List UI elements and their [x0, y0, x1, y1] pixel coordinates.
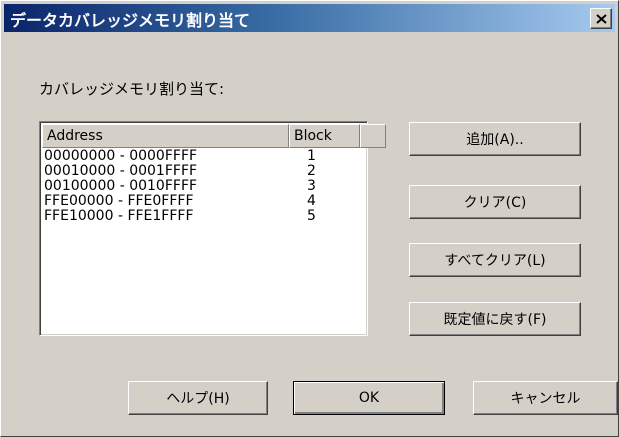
- column-header-empty[interactable]: [360, 124, 386, 148]
- list-header: Address Block: [42, 124, 386, 148]
- column-header-address[interactable]: Address: [42, 124, 289, 148]
- window-title: データカバレッジメモリ割り当て: [10, 11, 251, 30]
- list-item[interactable]: 00000000 - 0000FFFF 1: [44, 149, 365, 164]
- address-cell: 00010000 - 0001FFFF: [44, 163, 198, 179]
- close-icon: [595, 13, 607, 24]
- block-cell: 1: [307, 148, 316, 164]
- list-item[interactable]: FFE00000 - FFE0FFFF 4: [44, 194, 365, 209]
- list-item[interactable]: 00100000 - 0010FFFF 3: [44, 179, 365, 194]
- close-button[interactable]: [590, 8, 612, 29]
- memory-allocation-list[interactable]: Address Block 00000000 - 0000FFFF 1 0001…: [39, 121, 386, 336]
- block-cell: 4: [307, 193, 316, 209]
- cancel-button[interactable]: キャンセル: [473, 381, 618, 415]
- address-cell: 00100000 - 0010FFFF: [44, 178, 198, 194]
- help-button[interactable]: ヘルプ(H): [128, 381, 268, 415]
- address-cell: FFE00000 - FFE0FFFF: [44, 193, 194, 209]
- add-button[interactable]: 追加(A)..: [409, 122, 581, 156]
- address-cell: 00000000 - 0000FFFF: [44, 148, 198, 164]
- address-cell: FFE10000 - FFE1FFFF: [44, 208, 194, 224]
- block-cell: 5: [307, 208, 316, 224]
- list-item[interactable]: 00010000 - 0001FFFF 2: [44, 164, 365, 179]
- block-cell: 2: [307, 163, 316, 179]
- coverage-memory-dialog: データカバレッジメモリ割り当て カバレッジメモリ割り当て: Address Bl…: [0, 0, 619, 437]
- list-body: 00000000 - 0000FFFF 1 00010000 - 0001FFF…: [44, 149, 365, 224]
- block-cell: 3: [307, 178, 316, 194]
- ok-button[interactable]: OK: [293, 381, 445, 415]
- clear-all-button[interactable]: すべてクリア(L): [409, 243, 581, 277]
- coverage-allocation-label: カバレッジメモリ割り当て:: [39, 80, 225, 98]
- restore-default-button[interactable]: 既定値に戻す(F): [409, 302, 581, 336]
- column-header-block[interactable]: Block: [289, 124, 360, 148]
- clear-button[interactable]: クリア(C): [409, 185, 581, 219]
- list-item[interactable]: FFE10000 - FFE1FFFF 5: [44, 209, 365, 224]
- title-bar[interactable]: データカバレッジメモリ割り当て: [4, 4, 615, 32]
